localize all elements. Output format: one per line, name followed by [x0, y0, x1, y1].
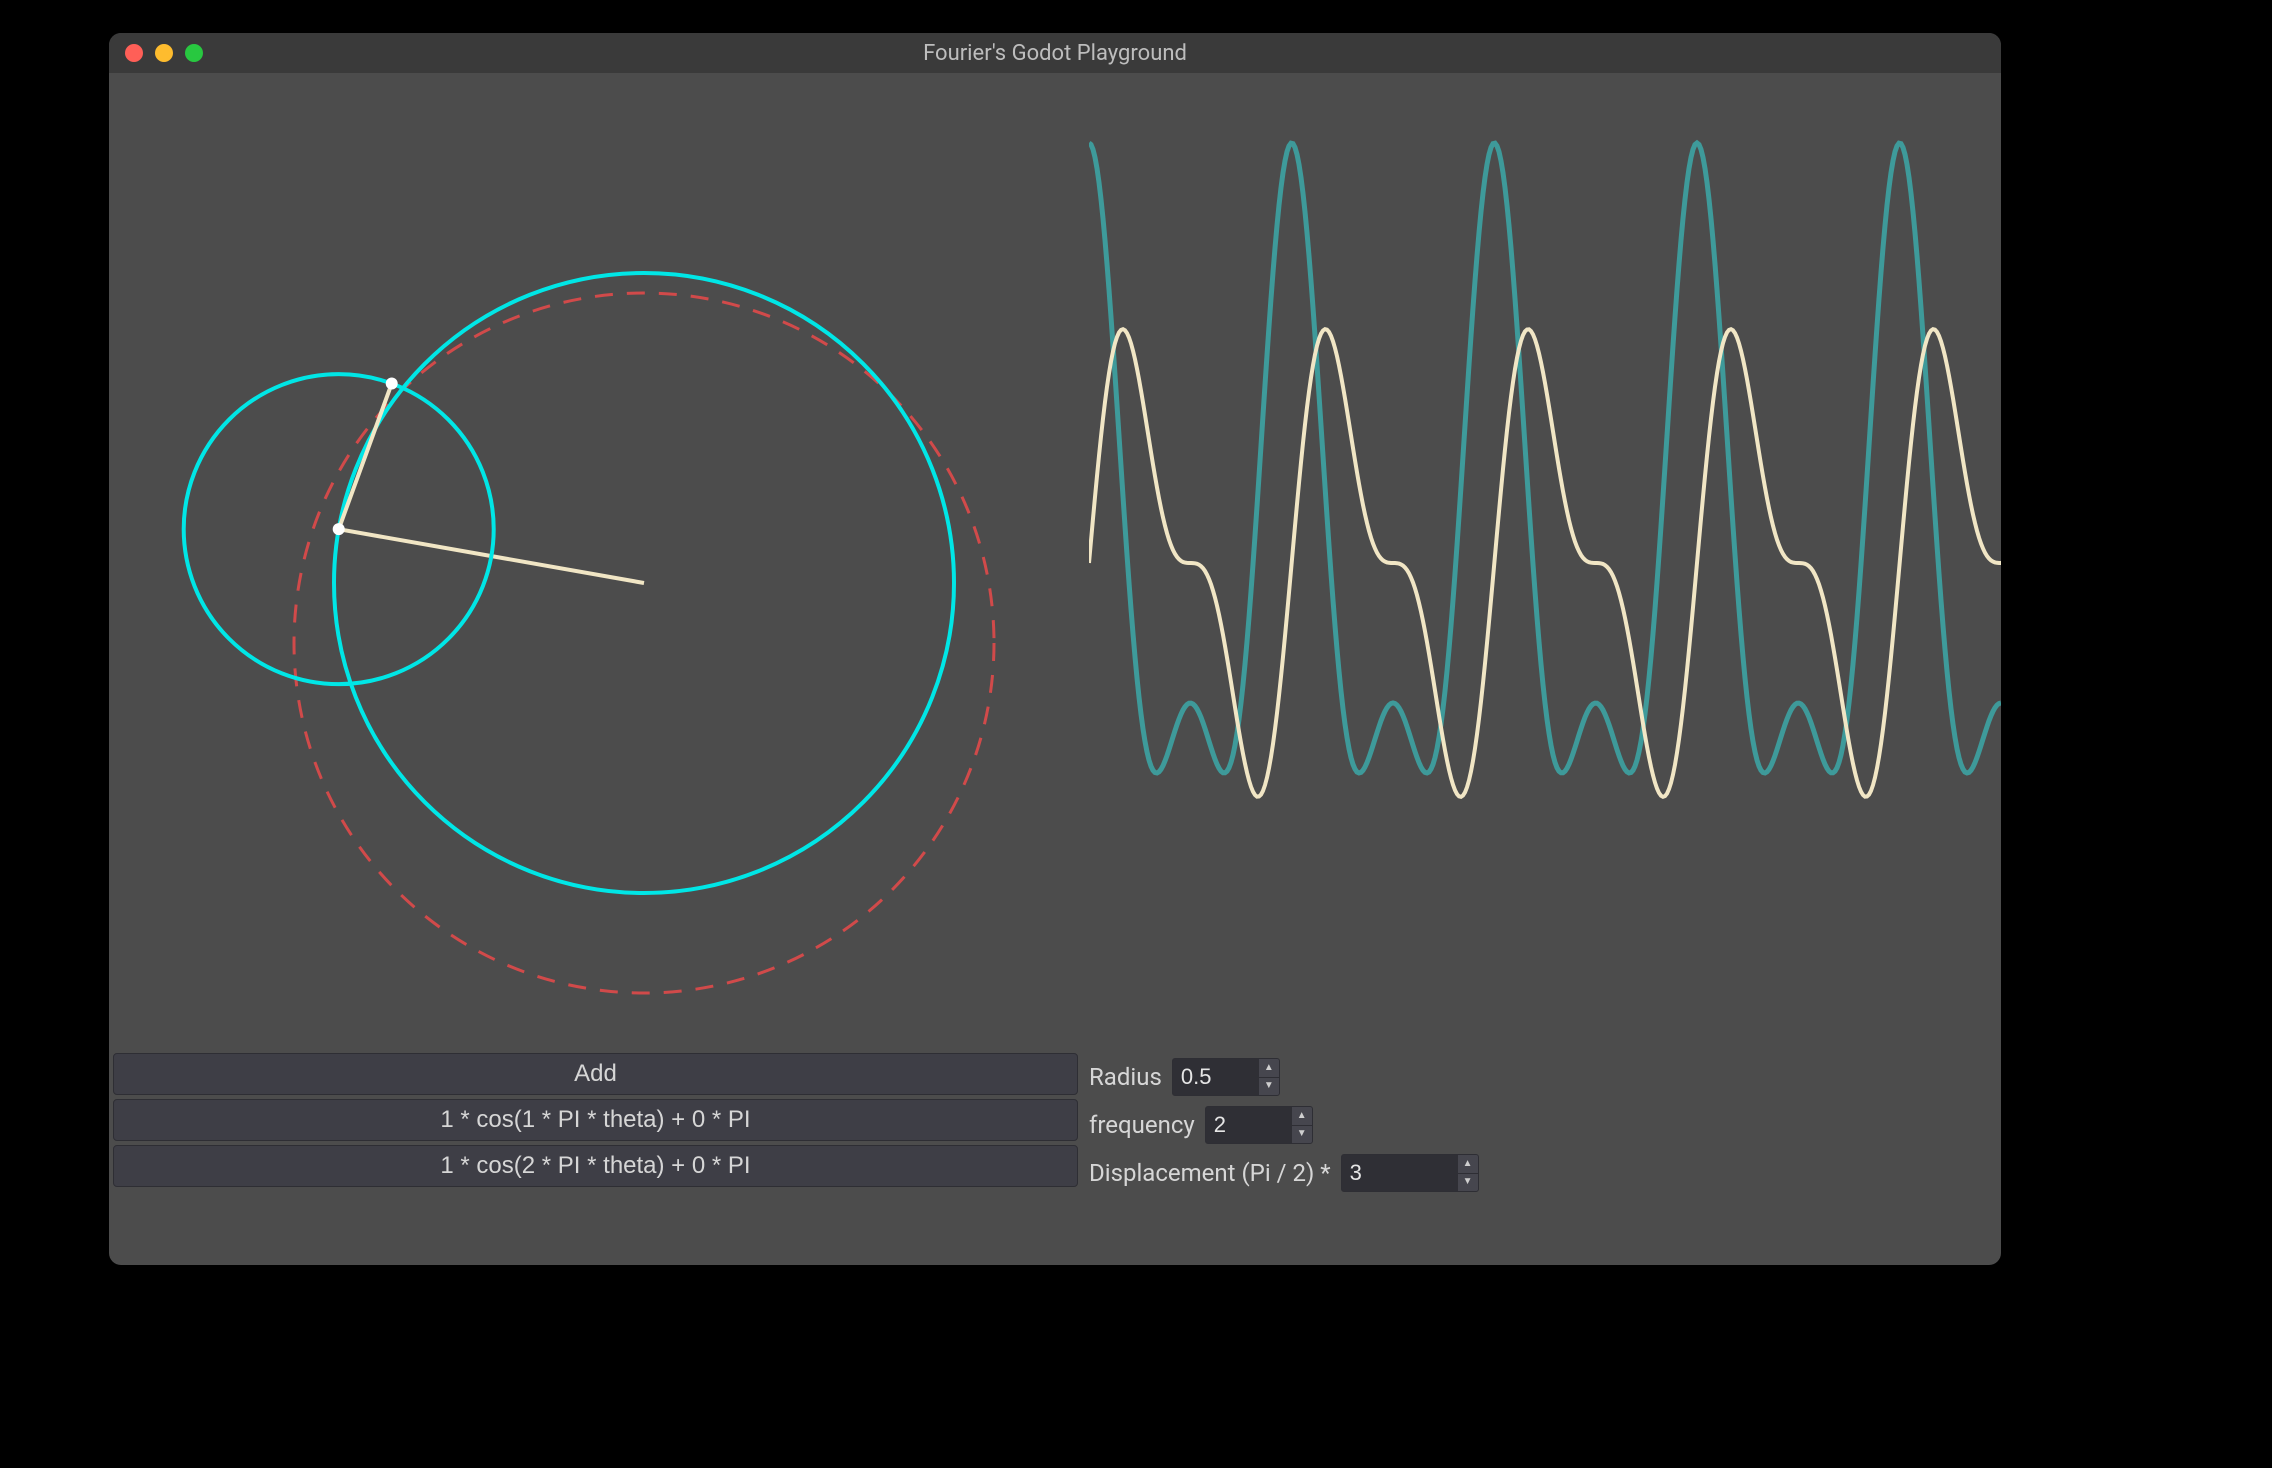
radius-row: Radius ▲ ▼: [1089, 1053, 1989, 1101]
displacement-stepper[interactable]: ▲ ▼: [1458, 1155, 1478, 1191]
radius-input[interactable]: [1173, 1059, 1259, 1095]
frequency-row: frequency ▲ ▼: [1089, 1101, 1989, 1149]
wave-canvas: [1089, 83, 2001, 1043]
arrow-up-icon[interactable]: ▲: [1292, 1107, 1312, 1126]
epicycle-canvas: [109, 83, 1089, 1043]
frequency-stepper[interactable]: ▲ ▼: [1292, 1107, 1312, 1143]
radius-label: Radius: [1089, 1063, 1162, 1091]
maximize-icon[interactable]: [185, 44, 203, 62]
parameter-panel: Radius ▲ ▼ frequency ▲ ▼: [1089, 1053, 1989, 1197]
frequency-label: frequency: [1089, 1111, 1195, 1139]
term-item-1[interactable]: 1 * cos(2 * PI * theta) + 0 * PI: [113, 1145, 1078, 1187]
displacement-input[interactable]: [1342, 1155, 1458, 1191]
arrow-down-icon[interactable]: ▼: [1458, 1174, 1478, 1192]
arrow-down-icon[interactable]: ▼: [1292, 1126, 1312, 1144]
titlebar: Fourier's Godot Playground: [109, 33, 2001, 73]
displacement-label: Displacement (Pi / 2) *: [1089, 1159, 1331, 1187]
frequency-spinbox[interactable]: ▲ ▼: [1205, 1106, 1313, 1144]
window-title: Fourier's Godot Playground: [109, 41, 2001, 66]
radius-stepper[interactable]: ▲ ▼: [1259, 1059, 1279, 1095]
content: Add 1 * cos(1 * PI * theta) + 0 * PI 1 *…: [109, 73, 2001, 1265]
arrow-down-icon[interactable]: ▼: [1259, 1078, 1279, 1096]
close-icon[interactable]: [125, 44, 143, 62]
frequency-input[interactable]: [1206, 1107, 1292, 1143]
minimize-icon[interactable]: [155, 44, 173, 62]
arrow-up-icon[interactable]: ▲: [1259, 1059, 1279, 1078]
term-item-0[interactable]: 1 * cos(1 * PI * theta) + 0 * PI: [113, 1099, 1078, 1141]
app-window: Fourier's Godot Playground Add 1 * cos(1…: [109, 33, 2001, 1265]
radius-spinbox[interactable]: ▲ ▼: [1172, 1058, 1280, 1096]
displacement-row: Displacement (Pi / 2) * ▲ ▼: [1089, 1149, 1989, 1197]
term-list-panel: Add 1 * cos(1 * PI * theta) + 0 * PI 1 *…: [113, 1053, 1078, 1191]
window-controls: [125, 44, 203, 62]
displacement-spinbox[interactable]: ▲ ▼: [1341, 1154, 1479, 1192]
arrow-up-icon[interactable]: ▲: [1458, 1155, 1478, 1174]
add-button[interactable]: Add: [113, 1053, 1078, 1095]
